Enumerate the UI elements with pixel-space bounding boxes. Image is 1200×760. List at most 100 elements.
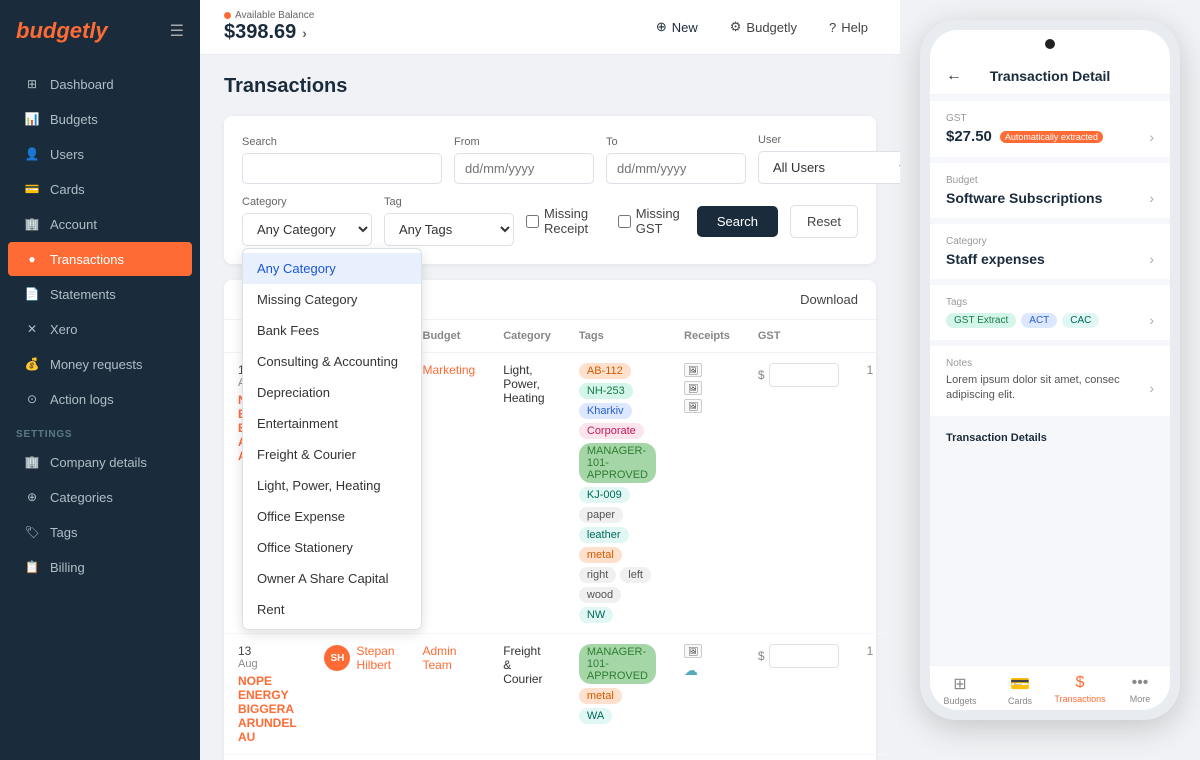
dropdown-item-office-expense[interactable]: Office Expense [243,501,421,532]
phone-nav-cards[interactable]: 💳 Cards [990,674,1050,706]
dropdown-item-any-category[interactable]: Any Category [243,253,421,284]
tag-wood[interactable]: wood [579,587,621,603]
sidebar-item-billing[interactable]: 📋 Billing [8,550,192,584]
dropdown-item-owner-share[interactable]: Owner A Share Capital [243,563,421,594]
gst-chevron-icon[interactable]: › [1149,129,1154,145]
sidebar-item-xero[interactable]: ✕ Xero [8,312,192,346]
receipt-icon-3[interactable]: 🖼 [684,399,702,413]
settings-section-label: SETTINGS [0,417,200,444]
tag-select[interactable]: Any Tags [384,213,514,246]
phone-back-button[interactable]: ← [946,67,962,85]
balance-arrow-icon[interactable]: › [302,25,307,41]
sidebar-item-money-requests[interactable]: 💰 Money requests [8,347,192,381]
cloud-icon[interactable]: ☁ [684,662,730,679]
sidebar-item-transactions[interactable]: ● Transactions [8,242,192,276]
tag-paper[interactable]: paper [579,507,623,523]
download-button[interactable]: Download [800,292,858,307]
gst-input[interactable] [769,363,839,387]
dropdown-item-entertainment[interactable]: Entertainment [243,408,421,439]
dropdown-item-light-power[interactable]: Light, Power, Heating [243,470,421,501]
dropdown-item-missing-category[interactable]: Missing Category [243,284,421,315]
phone-tag-gst-extract[interactable]: GST Extract [946,313,1016,328]
tag-kharkiv[interactable]: Kharkiv [579,403,632,419]
tag-corporate[interactable]: Corporate [579,423,644,439]
receipt-icon-1[interactable]: 🖼 [684,363,702,377]
dropdown-item-rent[interactable]: Rent [243,594,421,625]
tag-kj009[interactable]: KJ-009 [579,487,630,503]
phone-budget-section: Budget Software Subscriptions › [930,163,1170,218]
hamburger-menu[interactable]: ☰ [170,21,184,41]
reset-button[interactable]: Reset [790,205,858,238]
sidebar-item-cards[interactable]: 💳 Cards [8,172,192,206]
page-title: Transactions [224,75,876,98]
user-with-avatar-2: SH StepanHilbert [324,644,394,672]
notes-chevron-icon[interactable]: › [1149,380,1154,396]
sidebar-item-budgets[interactable]: 📊 Budgets [8,102,192,136]
search-input[interactable] [242,153,442,184]
category-chevron-icon[interactable]: › [1149,251,1154,267]
new-button[interactable]: ⊕ New [648,14,706,40]
missing-gst-checkbox[interactable] [618,215,631,228]
to-date-input[interactable] [606,153,746,184]
budget-link[interactable]: Marketing [423,363,476,377]
tag-right[interactable]: right [579,567,616,583]
sidebar-item-action-logs[interactable]: ⊙ Action logs [8,382,192,416]
budget-link-2[interactable]: Admin Team [423,644,457,672]
category-cell: Light, Power,Heating [489,353,565,634]
phone-tag-act[interactable]: ACT [1021,313,1057,328]
user-select[interactable]: All Users [758,151,900,184]
merchant-name-row2-3: ARUNDEL AU [238,716,296,744]
col-receipts: Receipts [670,320,744,353]
tag-wa[interactable]: WA [579,708,612,724]
tag-nh253[interactable]: NH-253 [579,383,633,399]
billing-icon: 📋 [24,559,40,575]
budgetly-button[interactable]: ⚙ Budgetly [722,14,805,40]
budget-cell-2: Admin Team [409,634,490,755]
phone-tag-cac[interactable]: CAC [1062,313,1099,328]
from-date-input[interactable] [454,153,594,184]
tag-approved-2[interactable]: MANAGER-101-APPROVED [579,644,656,684]
receipt-icon-4[interactable]: 🖼 [684,644,702,658]
sidebar-item-company-details[interactable]: 🏢 Company details [8,445,192,479]
dropdown-item-freight[interactable]: Freight & Courier [243,439,421,470]
sidebar-item-dashboard[interactable]: ⊞ Dashboard [8,67,192,101]
tag-metal[interactable]: metal [579,547,622,563]
search-group: Search [242,136,442,184]
tag-metal-2[interactable]: metal [579,688,622,704]
dropdown-item-consulting[interactable]: Consulting & Accounting [243,346,421,377]
missing-receipt-checkbox[interactable] [526,215,539,228]
dropdown-item-depreciation[interactable]: Depreciation [243,377,421,408]
phone-nav-budgets[interactable]: ⊞ Budgets [930,674,990,706]
missing-receipt-group: Missing Receipt [526,206,606,236]
phone-nav-transactions[interactable]: $ Transactions [1050,674,1110,706]
user-link-2[interactable]: StepanHilbert [356,644,394,672]
page-content: Transactions Search From To User [200,55,900,760]
tag-nw[interactable]: NW [579,607,613,623]
phone-inner: ← Transaction Detail GST $27.50 Automati… [930,30,1170,710]
tag-approved[interactable]: MANAGER-101-APPROVED [579,443,656,483]
dropdown-item-office-stationery[interactable]: Office Stationery [243,532,421,563]
gst-cell: $ [744,353,853,634]
gst-input-2[interactable] [769,644,839,668]
category-select[interactable]: Any Category [242,213,372,246]
row-actions-cell-2: 1 [853,634,888,755]
sidebar-item-categories[interactable]: ⊕ Categories [8,480,192,514]
receipt-icon-2[interactable]: 🖼 [684,381,702,395]
tag-left[interactable]: left [620,567,651,583]
phone-nav-more[interactable]: ••• More [1110,674,1170,706]
search-button[interactable]: Search [697,206,778,237]
sidebar-item-statements[interactable]: 📄 Statements [8,277,192,311]
sidebar-item-tags[interactable]: 🏷 Tags [8,515,192,549]
sidebar-item-users[interactable]: 👤 Users [8,137,192,171]
dropdown-item-bank-fees[interactable]: Bank Fees [243,315,421,346]
tag-leather[interactable]: leather [579,527,629,543]
tag-label: Tag [384,196,514,208]
tags-chevron-icon[interactable]: › [1149,312,1154,328]
tag-ab112[interactable]: AB-112 [579,363,631,379]
sidebar-item-account[interactable]: 🏢 Account [8,207,192,241]
help-button[interactable]: ? Help [821,15,876,40]
balance-label: Available Balance [224,10,314,21]
gst-row: $27.50 Automatically extracted › [946,128,1154,145]
company-icon: 🏢 [24,454,40,470]
budget-chevron-icon[interactable]: › [1149,190,1154,206]
